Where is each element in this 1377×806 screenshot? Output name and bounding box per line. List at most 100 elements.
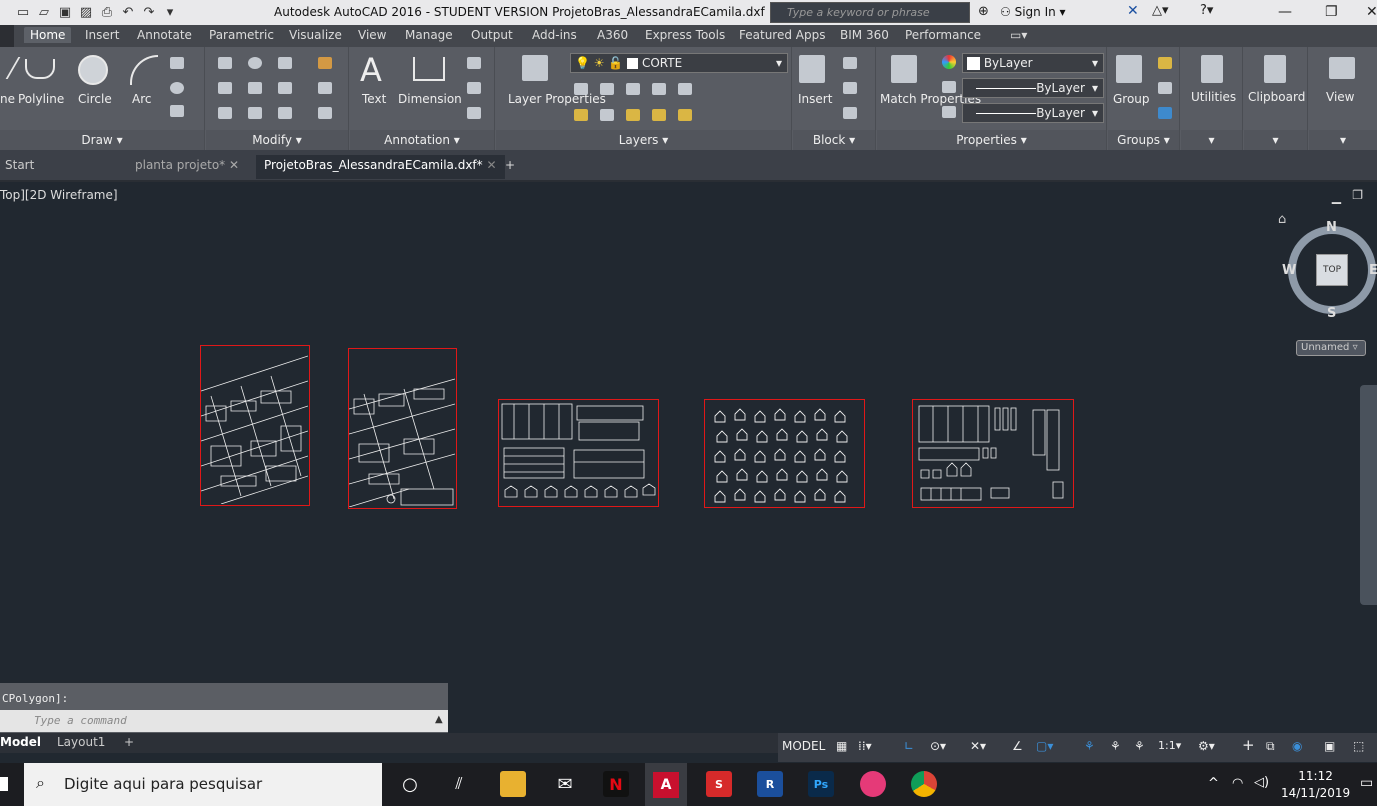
rotate-icon[interactable] xyxy=(248,57,262,69)
viewcube-top-face[interactable]: TOP xyxy=(1316,254,1348,286)
view-expand[interactable]: ▾ xyxy=(1309,130,1377,150)
block-panel-title[interactable]: Block ▾ xyxy=(793,130,875,150)
close-icon[interactable]: ✕ xyxy=(229,158,239,172)
ortho-icon[interactable]: ∟ xyxy=(904,739,914,753)
navigation-bar[interactable] xyxy=(1360,385,1377,605)
tab-add-ins[interactable]: Add-ins xyxy=(532,28,577,42)
fillet-icon[interactable] xyxy=(278,82,292,94)
tab-layout1[interactable]: Layout1 xyxy=(57,735,105,749)
close-icon[interactable]: ✕ xyxy=(486,158,496,172)
viewport-label[interactable]: Top][2D Wireframe] xyxy=(0,188,118,202)
customize-qat-icon[interactable]: ▾ xyxy=(161,3,179,21)
notifications-icon[interactable]: ▭ xyxy=(1360,775,1373,791)
scale-dropdown[interactable]: 1:1▾ xyxy=(1158,739,1181,752)
grid-icon[interactable]: ▦ xyxy=(836,739,847,753)
offset-icon[interactable] xyxy=(318,107,332,119)
doc-tab-start[interactable]: Start xyxy=(5,158,34,172)
modify-panel-title[interactable]: Modify ▾ xyxy=(206,130,348,150)
tab-performance[interactable]: Performance xyxy=(905,28,981,42)
layer-tool-6-icon[interactable] xyxy=(574,109,588,121)
wifi-icon[interactable]: ◠ xyxy=(1232,776,1243,791)
system-clock[interactable]: 11:12 14/11/2019 xyxy=(1281,768,1350,802)
draw-panel-title[interactable]: Draw ▾ xyxy=(0,130,204,150)
tab-bim-360[interactable]: BIM 360 xyxy=(840,28,889,42)
customize-icon[interactable]: ⬚ xyxy=(1353,739,1364,753)
insert-button[interactable]: Insert xyxy=(798,92,832,106)
group-selection-icon[interactable] xyxy=(1158,107,1172,119)
trim-icon[interactable] xyxy=(278,57,292,69)
tab-manage[interactable]: Manage xyxy=(405,28,453,42)
sheet-frame-3[interactable] xyxy=(498,399,659,507)
group-button[interactable]: Group xyxy=(1113,92,1150,106)
isolate-icon[interactable]: ⧉ xyxy=(1266,739,1275,754)
clean-screen-icon[interactable]: ▣ xyxy=(1324,739,1335,753)
new-file-icon[interactable]: ▭ xyxy=(14,3,32,21)
a360-icon[interactable]: △▾ xyxy=(1152,3,1169,18)
annotation-scale-icon[interactable]: ⚘ xyxy=(1134,739,1145,753)
cortana-icon[interactable]: ○ xyxy=(397,771,423,797)
copy-icon[interactable] xyxy=(218,82,232,94)
leader-icon[interactable] xyxy=(467,82,481,94)
text-button[interactable]: Text xyxy=(362,92,386,106)
doc-tab-projetobras[interactable]: ProjetoBras_AlessandraECamila.dxf* ✕ xyxy=(256,155,505,179)
task-view-icon[interactable]: ⫽ xyxy=(446,771,472,797)
command-history-toggle[interactable]: ▲ xyxy=(435,714,443,725)
help-icon[interactable]: ?▾ xyxy=(1200,3,1213,18)
restore-button[interactable]: ❐ xyxy=(1325,4,1338,20)
layer-tool-8-icon[interactable] xyxy=(626,109,640,121)
volume-icon[interactable]: ◁) xyxy=(1254,775,1269,790)
create-block-icon[interactable] xyxy=(843,57,857,69)
sheet-frame-5[interactable] xyxy=(912,399,1074,508)
scale-icon[interactable] xyxy=(248,107,262,119)
mirror-icon[interactable] xyxy=(248,82,262,94)
tab-insert[interactable]: Insert xyxy=(85,28,119,42)
angle-icon[interactable]: ∠ xyxy=(1012,739,1023,753)
command-input[interactable]: Type a command xyxy=(0,710,448,732)
linear-dim-icon[interactable] xyxy=(467,57,481,69)
workspace-gear-icon[interactable]: ⚙▾ xyxy=(1198,739,1215,753)
autocad-taskbar-active[interactable]: A xyxy=(645,763,687,806)
doc-tab-planta-projeto[interactable]: planta projeto* ✕ xyxy=(135,158,239,172)
tab-view[interactable]: View xyxy=(358,28,386,42)
rectangle-icon[interactable] xyxy=(170,57,184,69)
minimize-button[interactable]: — xyxy=(1278,4,1292,20)
viewport-minimize-icon[interactable]: ▁ xyxy=(1332,190,1341,204)
layers-panel-title[interactable]: Layers ▾ xyxy=(496,130,791,150)
erase-icon[interactable] xyxy=(318,57,332,69)
snap-icon[interactable]: ⁞⁞▾ xyxy=(858,739,872,753)
sketchup-icon[interactable]: S xyxy=(706,771,732,797)
layer-tool-9-icon[interactable] xyxy=(652,109,666,121)
arc-button[interactable]: Arc xyxy=(132,92,151,106)
dimension-button[interactable]: Dimension xyxy=(398,92,462,106)
start-button[interactable] xyxy=(0,777,8,791)
table-icon[interactable] xyxy=(467,107,481,119)
layer-dropdown[interactable]: 💡 ☀ 🔓 CORTE ▾ xyxy=(570,53,788,73)
exchange-apps-icon[interactable]: ✕ xyxy=(1127,3,1139,19)
layer-tool-10-icon[interactable] xyxy=(678,109,692,121)
explode-icon[interactable] xyxy=(318,82,332,94)
layer-tool-7-icon[interactable] xyxy=(600,109,614,121)
ribbon-toggle-icon[interactable]: ▭▾ xyxy=(1010,28,1027,42)
annotation-visibility-icon[interactable]: ⚘ xyxy=(1084,739,1095,753)
app-pink-icon[interactable] xyxy=(860,771,886,797)
edit-block-icon[interactable] xyxy=(843,82,857,94)
revit-icon[interactable]: R xyxy=(757,771,783,797)
move-icon[interactable] xyxy=(218,57,232,69)
print-icon[interactable]: ⎙ xyxy=(98,3,116,21)
array-icon[interactable] xyxy=(278,107,292,119)
close-button[interactable]: ✕ xyxy=(1366,4,1377,20)
photoshop-icon[interactable]: Ps xyxy=(808,771,834,797)
polyline-button[interactable]: Polyline xyxy=(18,92,64,106)
open-file-icon[interactable]: ▱ xyxy=(35,3,53,21)
netflix-icon[interactable]: N xyxy=(603,771,629,797)
layer-tool-2-icon[interactable] xyxy=(600,83,614,95)
layer-properties-button[interactable]: Layer Properties xyxy=(508,92,606,107)
tab-home[interactable]: Home xyxy=(24,27,72,43)
polar-icon[interactable]: ⊙▾ xyxy=(930,739,946,753)
add-layout-button[interactable]: + xyxy=(124,735,134,749)
file-explorer-icon[interactable] xyxy=(500,771,526,797)
linetype-dropdown[interactable]: ByLayer ▾ xyxy=(962,78,1104,98)
groups-panel-title[interactable]: Groups ▾ xyxy=(1108,130,1179,150)
tab-visualize[interactable]: Visualize xyxy=(289,28,342,42)
stretch-icon[interactable] xyxy=(218,107,232,119)
